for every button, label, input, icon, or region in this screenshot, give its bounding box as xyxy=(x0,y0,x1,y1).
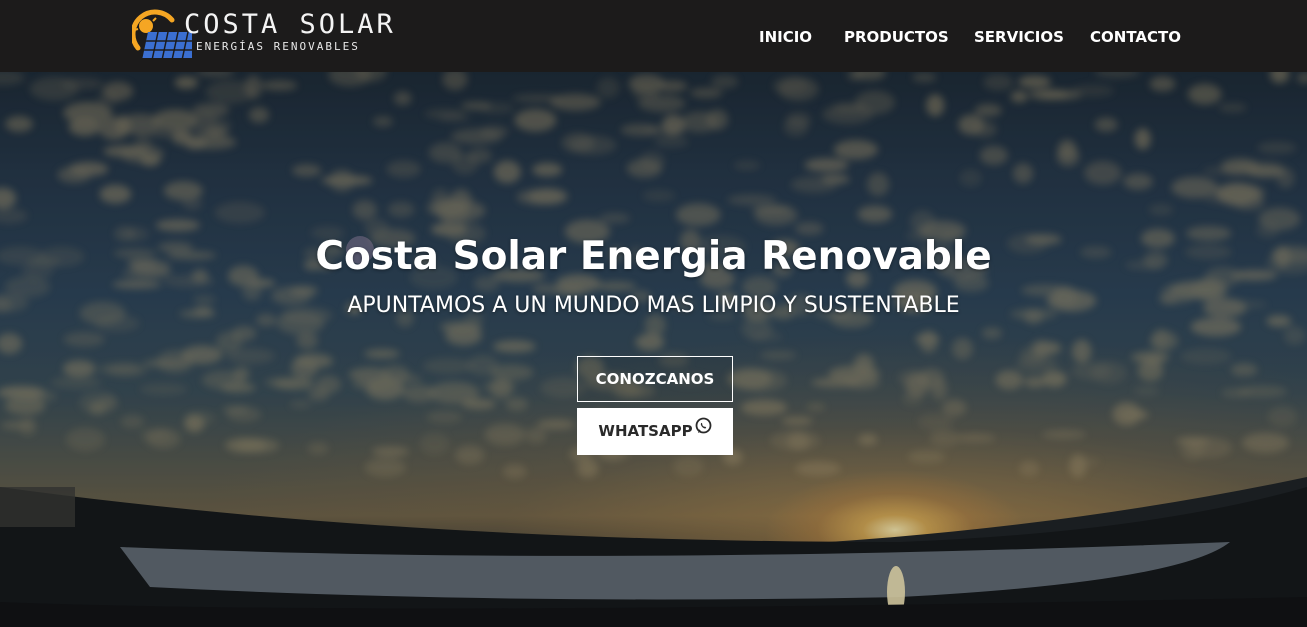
nav-item-contacto[interactable]: CONTACTO xyxy=(1090,26,1181,48)
brand-logo[interactable]: COSTA SOLAR ENERGÍAS RENOVABLES xyxy=(132,8,393,66)
nav-item-inicio[interactable]: INICIO xyxy=(759,26,812,48)
whatsapp-button[interactable]: WHATSAPP xyxy=(577,408,733,455)
whatsapp-icon xyxy=(694,408,712,452)
brand-title: COSTA SOLAR xyxy=(184,9,396,40)
solar-panel-logo-icon xyxy=(132,9,192,58)
hero-title: Costa Solar Energia Renovable xyxy=(315,234,992,279)
hero-section: Costa Solar Energia Renovable APUNTAMOS … xyxy=(0,72,1307,627)
nav-item-servicios[interactable]: SERVICIOS xyxy=(974,26,1064,48)
hero-subtitle: APUNTAMOS A UN MUNDO MAS LIMPIO Y SUSTEN… xyxy=(347,293,960,318)
whatsapp-button-label: WHATSAPP xyxy=(598,422,693,440)
navbar: COSTA SOLAR ENERGÍAS RENOVABLES INICIO P… xyxy=(0,0,1307,72)
brand-subtitle: ENERGÍAS RENOVABLES xyxy=(196,40,360,53)
hero-overlay xyxy=(0,72,1307,627)
conozcanos-button[interactable]: CONOZCANOS xyxy=(577,356,733,402)
nav-item-productos[interactable]: PRODUCTOS xyxy=(844,26,949,48)
